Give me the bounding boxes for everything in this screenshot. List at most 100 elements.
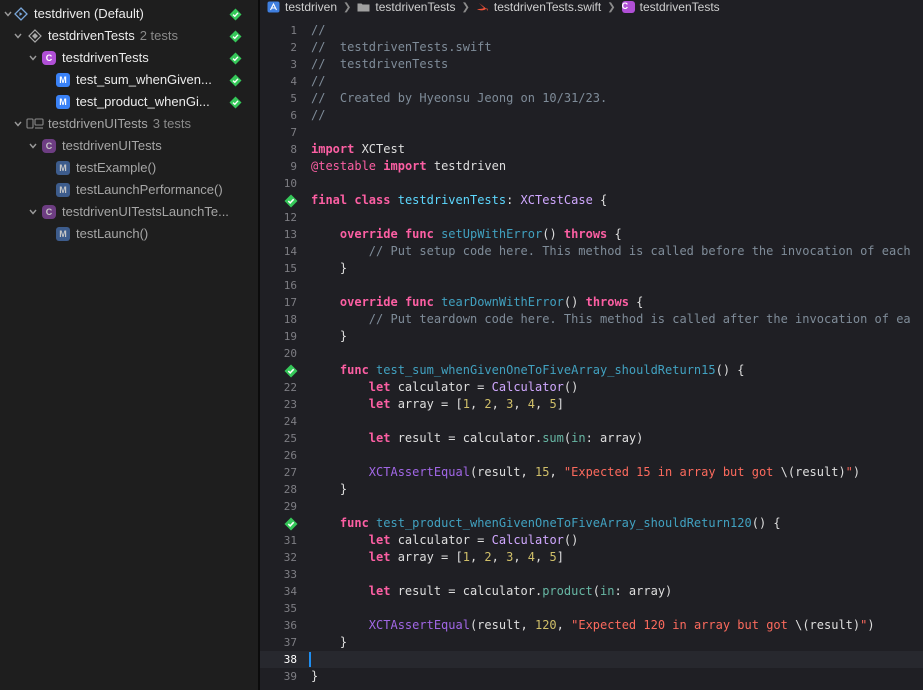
crumb-symbol[interactable]: C testdrivenTests: [621, 0, 720, 14]
nav-row-class[interactable]: C testdrivenUITests: [0, 135, 258, 157]
code-line[interactable]: 20: [260, 345, 923, 362]
code-token: ,: [469, 397, 485, 411]
code-line[interactable]: 9 @testable import testdriven: [260, 158, 923, 175]
test-passed-gutter-icon[interactable]: [284, 364, 298, 378]
code-line[interactable]: 34 let result = calculator.product(in: a…: [260, 583, 923, 600]
code-line[interactable]: 22 let calculator = Calculator(): [260, 379, 923, 396]
test-passed-gutter-icon[interactable]: [284, 517, 298, 531]
nav-label-group: testdrivenTests 2 tests: [48, 28, 178, 43]
code-line[interactable]: 33: [260, 566, 923, 583]
code-line[interactable]: 16: [260, 277, 923, 294]
code-line[interactable]: 3 // testdrivenTests: [260, 56, 923, 73]
nav-row-target-ui[interactable]: testdrivenUITests 3 tests: [0, 113, 258, 135]
code-token: // Put teardown code here. This method i…: [368, 312, 911, 326]
code-line[interactable]: 28 }: [260, 481, 923, 498]
code-line[interactable]: 6 //: [260, 107, 923, 124]
nav-row-target-unit[interactable]: testdrivenTests 2 tests: [0, 25, 258, 47]
chevron-down-icon[interactable]: [3, 8, 13, 20]
source-editor[interactable]: testdriven ❯ testdrivenTests ❯ testdrive…: [260, 0, 923, 690]
test-passed-gutter-icon[interactable]: [284, 194, 298, 208]
code-token: (): [563, 533, 579, 547]
chevron-down-icon[interactable]: [13, 30, 23, 42]
code-line[interactable]: 13 override func setUpWithError() throws…: [260, 226, 923, 243]
code-token: XCTAssertEqual: [368, 618, 470, 632]
code-line[interactable]: 18 // Put teardown code here. This metho…: [260, 311, 923, 328]
code-line[interactable]: 38: [260, 651, 923, 668]
code-token: ,: [535, 397, 550, 411]
code-line[interactable]: 2 // testdrivenTests.swift: [260, 39, 923, 56]
code-line[interactable]: 12: [260, 209, 923, 226]
code-line[interactable]: 35: [260, 600, 923, 617]
code-line[interactable]: 7: [260, 124, 923, 141]
nav-row-test-method[interactable]: M testLaunch(): [0, 223, 258, 245]
code-line[interactable]: 23 let array = [1, 2, 3, 4, 5]: [260, 396, 923, 413]
nav-label: testdrivenUITestsLaunchTe...: [62, 204, 229, 219]
code-text: // Put teardown code here. This method i…: [311, 311, 911, 328]
code-line[interactable]: 36 XCTAssertEqual(result, 120, "Expected…: [260, 617, 923, 634]
code-line[interactable]: 14 // Put setup code here. This method i…: [260, 243, 923, 260]
code-line[interactable]: 17 override func tearDownWithError() thr…: [260, 294, 923, 311]
nav-row-test-method[interactable]: M test_sum_whenGiven...: [0, 69, 258, 91]
line-number: 12: [283, 211, 297, 224]
nav-row-test-method[interactable]: M testExample(): [0, 157, 258, 179]
code-line[interactable]: 25 let result = calculator.sum(in: array…: [260, 430, 923, 447]
code-token: override: [339, 295, 398, 309]
crumb-project[interactable]: testdriven: [267, 0, 337, 14]
code-line[interactable]: func test_product_whenGivenOneToFiveArra…: [260, 515, 923, 532]
code-line[interactable]: final class testdrivenTests: XCTestCase …: [260, 192, 923, 209]
code-line[interactable]: 29: [260, 498, 923, 515]
nav-row-plan[interactable]: testdriven (Default): [0, 3, 258, 25]
line-number: 37: [283, 636, 297, 649]
code-line[interactable]: 15 }: [260, 260, 923, 277]
code-token: ]: [556, 550, 564, 564]
code-token: {: [592, 193, 608, 207]
code-line[interactable]: 27 XCTAssertEqual(result, 15, "Expected …: [260, 464, 923, 481]
nav-row-test-method[interactable]: M test_product_whenGi...: [0, 91, 258, 113]
chevron-down-icon[interactable]: [28, 206, 38, 218]
test-passed-icon: [229, 74, 242, 87]
code-token: ): [867, 618, 875, 632]
crumb-folder[interactable]: testdrivenTests: [357, 0, 455, 14]
line-number: 6: [290, 109, 297, 122]
chevron-down-icon[interactable]: [28, 140, 38, 152]
line-number: 7: [290, 126, 297, 139]
code-token: (: [592, 584, 601, 598]
nav-row-class[interactable]: C testdrivenUITestsLaunchTe...: [0, 201, 258, 223]
code-token: setUpWithError: [441, 227, 543, 241]
code-line[interactable]: 8 import XCTest: [260, 141, 923, 158]
nav-row-class[interactable]: C testdrivenTests: [0, 47, 258, 69]
code-line[interactable]: 31 let calculator = Calculator(): [260, 532, 923, 549]
line-number: 1: [290, 24, 297, 37]
code-line[interactable]: 37 }: [260, 634, 923, 651]
code-text: }: [311, 668, 318, 685]
line-number: 19: [283, 330, 297, 343]
line-number: 32: [283, 551, 297, 564]
chevron-down-icon[interactable]: [28, 52, 38, 64]
code-line[interactable]: 39}: [260, 668, 923, 685]
code-line[interactable]: func test_sum_whenGivenOneToFiveArray_sh…: [260, 362, 923, 379]
nav-row-test-method[interactable]: M testLaunchPerformance(): [0, 179, 258, 201]
code-line[interactable]: 26: [260, 447, 923, 464]
code-token: {: [607, 227, 622, 241]
crumb-file[interactable]: testdrivenTests.swift: [476, 0, 601, 14]
code-token: // Created by Hyeonsu Jeong on 10/31/23.: [311, 91, 608, 105]
code-token: ,: [556, 618, 572, 632]
code-line[interactable]: 19 }: [260, 328, 923, 345]
code-line[interactable]: 4 //: [260, 73, 923, 90]
code-line[interactable]: 10: [260, 175, 923, 192]
code-token: 1: [462, 550, 470, 564]
line-number: 33: [283, 568, 297, 581]
code-text: }: [311, 328, 347, 345]
chevron-down-icon[interactable]: [13, 118, 23, 130]
code-text: final class testdrivenTests: XCTestCase …: [311, 192, 607, 209]
code-line[interactable]: 32 let array = [1, 2, 3, 4, 5]: [260, 549, 923, 566]
code-line[interactable]: 1 //: [260, 22, 923, 39]
code-line[interactable]: 5 // Created by Hyeonsu Jeong on 10/31/23…: [260, 90, 923, 107]
code-line[interactable]: 24: [260, 413, 923, 430]
code-text: XCTAssertEqual(result, 120, "Expected 12…: [311, 617, 875, 634]
code-token: 4: [527, 550, 536, 564]
